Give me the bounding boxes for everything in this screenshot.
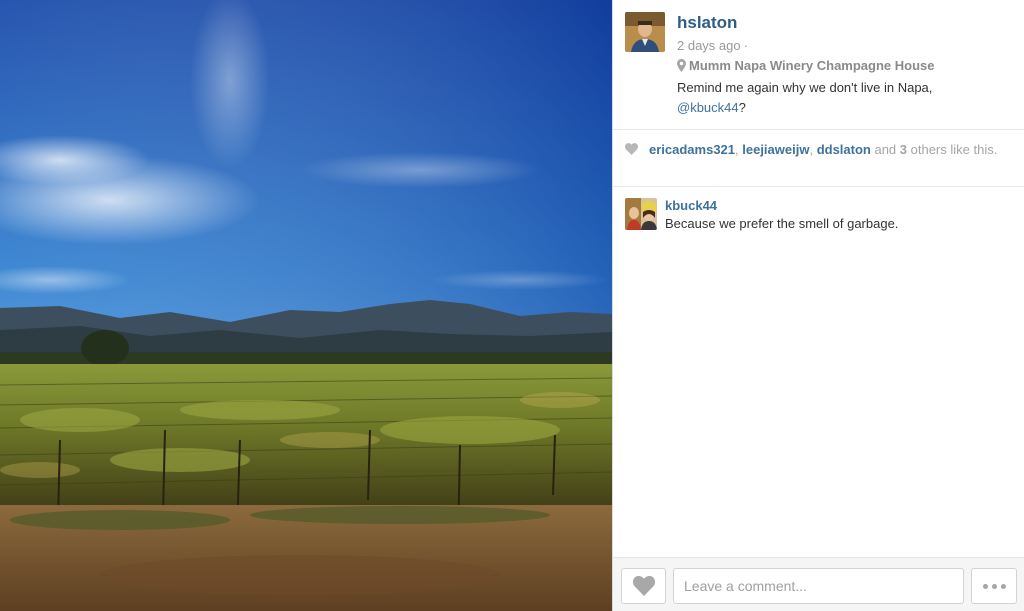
post-details-panel: hslaton 2 days ago · Mumm Napa Winery Cha… (612, 0, 1024, 611)
liker-link[interactable]: ericadams321 (649, 142, 735, 157)
others-count[interactable]: 3 (900, 142, 907, 157)
comment-username-link[interactable]: kbuck44 (665, 198, 717, 213)
caption-end: ? (738, 100, 746, 115)
comment-input[interactable] (673, 568, 964, 604)
heart-icon (625, 143, 638, 155)
others-text: others like this. (907, 142, 998, 157)
ellipsis-icon (991, 583, 997, 589)
caption-text: Remind me again why we don't live in Nap… (677, 80, 933, 95)
heart-icon (632, 576, 655, 596)
liker-link[interactable]: leejiaweijw (742, 142, 809, 157)
location-name: Mumm Napa Winery Champagne House (689, 58, 935, 73)
ellipsis-icon (1000, 583, 1006, 589)
avatar[interactable] (625, 12, 665, 52)
likes-list: ericadams321, leejiaweijw, ddslaton and … (649, 141, 999, 159)
vineyard-photo (0, 0, 612, 611)
ellipsis-icon (982, 583, 988, 589)
map-pin-icon (677, 59, 686, 72)
liker-link[interactable]: ddslaton (817, 142, 871, 157)
commenter-avatar-image (625, 198, 657, 230)
like-button[interactable] (621, 568, 666, 604)
user-avatar-image (625, 12, 665, 52)
comment-text: Because we prefer the smell of garbage. (665, 216, 899, 231)
caption-mention-link[interactable]: @kbuck44 (677, 100, 739, 115)
post-timestamp: 2 days ago · (677, 38, 748, 53)
likes-separator: , (809, 142, 817, 157)
likes-and: and (870, 142, 900, 157)
commenter-avatar[interactable] (625, 198, 657, 230)
comment-footer (613, 557, 1024, 611)
time-separator: · (743, 38, 748, 53)
post-username-link[interactable]: hslaton (677, 13, 737, 33)
more-options-button[interactable] (971, 568, 1017, 604)
post-header: hslaton 2 days ago · Mumm Napa Winery Cha… (613, 0, 1024, 130)
post-caption: Remind me again why we don't live in Nap… (677, 78, 997, 118)
post-time: 2 days ago (677, 38, 741, 53)
post-location-link[interactable]: Mumm Napa Winery Champagne House (677, 58, 934, 73)
likes-section: ericadams321, leejiaweijw, ddslaton and … (613, 131, 1024, 187)
comment-item: kbuck44 Because we prefer the smell of g… (613, 196, 1024, 236)
post-photo (0, 0, 612, 611)
